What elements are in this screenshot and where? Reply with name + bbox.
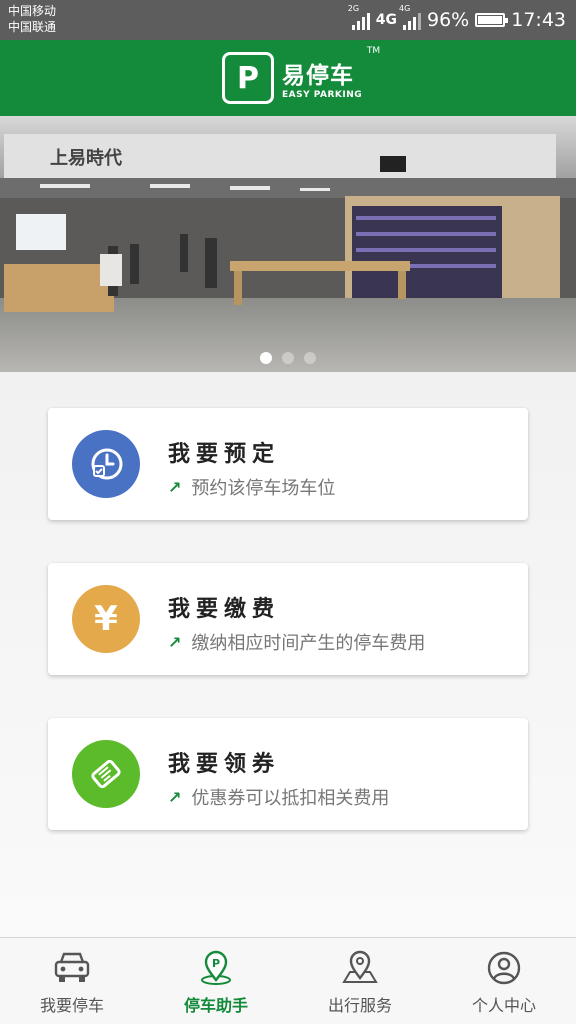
carrier-info: 中国移动 中国联通 [8,3,56,35]
bottom-tab-bar: 我要停车 P 停车助手 出行服务 个人中心 [0,937,576,1024]
banner-carousel[interactable]: 上易時代 [0,116,576,372]
logo-cn: 易停车 [282,63,354,89]
main-content: 我要预定 ↗ 预约该停车场车位 ¥ 我要缴费 ↗ 缴纳相应时间产生的停车费用 我… [0,372,576,938]
car-icon [54,952,90,982]
logo-mark: P [222,52,274,104]
signal-icon-2: 4G [399,4,421,30]
logo-tm: TM [366,46,381,56]
tab-park-label: 我要停车 [39,996,104,1015]
carrier-1: 中国移动 [8,4,57,18]
clock-time: 17:43 [511,9,566,31]
status-bar: 中国移动 中国联通 2G 4G 4G 96% 17:43 [0,0,576,40]
coupon-icon [72,740,140,808]
carousel-dots [0,352,576,364]
coupon-subtitle-text: 优惠券可以抵扣相关费用 [191,788,390,809]
coupon-title: 我要领券 [168,752,281,777]
battery-percent: 96% [427,9,470,31]
arrow-icon: ↗ [168,787,182,807]
network-type: 4G [375,12,397,28]
battery-icon [475,13,509,27]
app-bar: P 易停车 EASY PARKING TM [0,40,576,116]
arrow-icon: ↗ [168,632,182,652]
reserve-subtitle-text: 预约该停车场车位 [191,478,336,499]
arrow-icon: ↗ [168,477,182,497]
signal-icon: 2G [348,4,370,30]
carousel-dot-1[interactable] [260,352,272,364]
carousel-dot-2[interactable] [282,352,294,364]
pay-title: 我要缴费 [168,597,281,622]
logo-text: 易停车 EASY PARKING TM [282,46,380,100]
pay-card[interactable]: ¥ 我要缴费 ↗ 缴纳相应时间产生的停车费用 [48,563,528,675]
app-logo: P 易停车 EASY PARKING TM [222,46,380,104]
tab-assistant[interactable]: P 停车助手 [144,938,288,1024]
coupon-card[interactable]: 我要领券 ↗ 优惠券可以抵扣相关费用 [48,718,528,830]
user-icon [487,951,521,985]
tab-assistant-label: 停车助手 [183,996,248,1015]
store-sign: 上易時代 [50,148,122,169]
reserve-subtitle: ↗ 预约该停车场车位 [168,474,335,500]
parking-pin-icon: P [201,950,231,985]
signal-2-tag: 4G [399,4,411,13]
map-pin-icon [342,950,378,983]
yen-icon: ¥ [72,585,140,653]
pay-subtitle: ↗ 缴纳相应时间产生的停车费用 [168,629,425,655]
reserve-card[interactable]: 我要预定 ↗ 预约该停车场车位 [48,408,528,520]
tab-profile[interactable]: 个人中心 [432,938,576,1024]
logo-en: EASY PARKING [282,90,363,100]
coupon-subtitle: ↗ 优惠券可以抵扣相关费用 [168,784,389,810]
signal-1-tag: 2G [347,4,360,13]
pay-subtitle-text: 缴纳相应时间产生的停车费用 [191,633,426,654]
tab-travel[interactable]: 出行服务 [288,938,432,1024]
reserve-title: 我要预定 [168,442,281,467]
svg-text:P: P [212,957,220,970]
clock-icon [72,430,140,498]
tab-profile-label: 个人中心 [471,996,536,1015]
tab-travel-label: 出行服务 [327,996,392,1015]
carousel-dot-3[interactable] [304,352,316,364]
status-icons: 2G 4G 4G 96% 17:43 [348,0,566,40]
tab-park[interactable]: 我要停车 [0,938,144,1024]
banner-image: 上易時代 [0,116,576,372]
carrier-2: 中国联通 [8,20,57,34]
